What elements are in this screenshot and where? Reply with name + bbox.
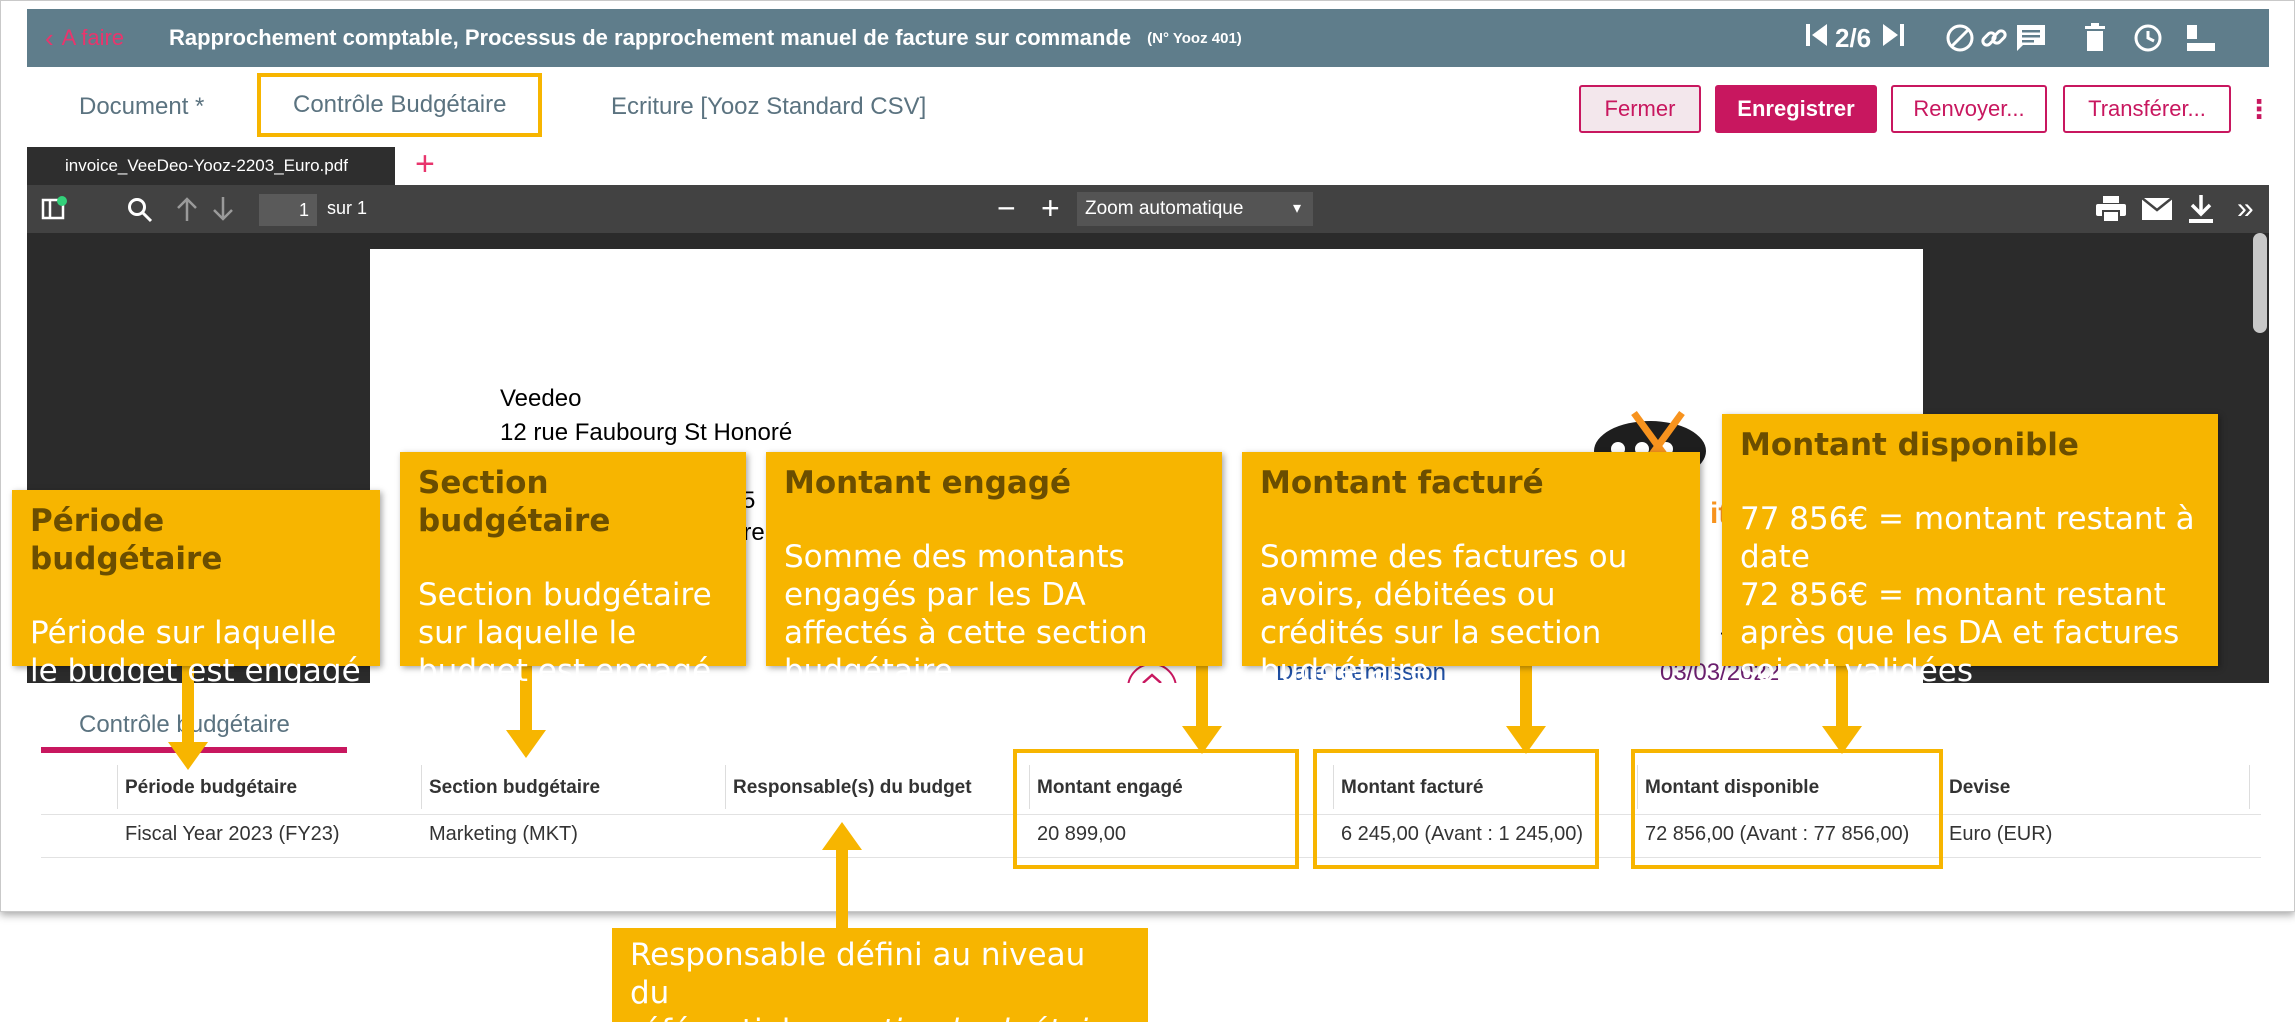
comment-icon[interactable] xyxy=(2015,9,2047,67)
email-icon[interactable] xyxy=(2141,197,2173,226)
callout-text: » xyxy=(1120,1013,1149,1022)
callout-responsable: Responsable défini au niveau du référent… xyxy=(612,928,1149,1022)
link-icon[interactable] xyxy=(1979,9,2009,67)
callout-title: Montant facturé xyxy=(1260,465,1544,501)
save-button[interactable]: Enregistrer xyxy=(1715,85,1877,133)
first-page-icon[interactable] xyxy=(1805,22,1829,55)
pdf-company: Veedeo xyxy=(500,385,582,412)
column-separator xyxy=(725,765,726,809)
callout-title: Période budgétaire xyxy=(30,503,223,577)
page-number-input[interactable]: 1 xyxy=(259,194,317,226)
transfer-button[interactable]: Transférer... xyxy=(2063,85,2231,133)
callout-body: Somme des factures ou avoirs, débitées o… xyxy=(1260,539,1628,689)
arrow-responsable xyxy=(822,822,862,935)
download-icon[interactable] xyxy=(2187,194,2215,229)
callout-line: Responsable défini au niveau du xyxy=(630,937,1086,1011)
close-button[interactable]: Fermer xyxy=(1579,85,1701,133)
column-header-periode[interactable]: Période budgétaire xyxy=(125,777,297,799)
callout-section: Section budgétaire Section budgétaire su… xyxy=(400,452,746,689)
search-icon[interactable] xyxy=(127,197,153,228)
cell-section: Marketing (MKT) xyxy=(429,823,578,845)
callout-body: Période sur laquelle le budget est engag… xyxy=(30,615,361,689)
callout-title: Montant disponible xyxy=(1740,427,2079,463)
tab-ecriture[interactable]: Ecriture [Yooz Standard CSV] xyxy=(611,81,926,133)
layout-icon[interactable] xyxy=(2185,9,2217,67)
cell-devise: Euro (EUR) xyxy=(1949,823,2053,845)
tab-controle-budgetaire[interactable]: Contrôle Budgétaire xyxy=(257,73,543,137)
callout-body: 72 856€ = montant restant après que les … xyxy=(1740,577,2180,689)
highlight-facture xyxy=(1313,749,1599,869)
column-separator xyxy=(2249,765,2250,809)
next-page-icon[interactable] xyxy=(211,196,235,227)
page-total: sur 1 xyxy=(327,198,368,218)
column-separator xyxy=(421,765,422,809)
pager-count: 2/6 xyxy=(1835,22,1872,53)
chevron-down-icon: ▾ xyxy=(1292,200,1301,217)
back-label: A faire xyxy=(61,25,125,50)
callout-body: Section budgétaire sur laquelle le budge… xyxy=(418,577,712,689)
callout-line: référentiel « section budgétaire » xyxy=(630,1012,1149,1022)
sidebar-toggle-icon[interactable] xyxy=(41,195,69,228)
file-tab[interactable]: invoice_VeeDeo-Yooz-2203_Euro.pdf xyxy=(27,147,395,185)
zoom-value: Zoom automatique xyxy=(1085,198,1244,219)
page-title: Rapprochement comptable, Processus de ra… xyxy=(169,9,1242,67)
pager: 2/6 xyxy=(1805,9,1905,67)
highlight-engage xyxy=(1013,749,1299,869)
column-separator xyxy=(117,765,118,809)
more-menu-icon[interactable]: ⋮ xyxy=(2246,87,2272,131)
column-header-responsable[interactable]: Responsable(s) du budget xyxy=(733,777,972,799)
callout-emphasis: section budgétaire xyxy=(829,1013,1120,1022)
yooz-ref: (N° Yooz 401) xyxy=(1147,29,1242,47)
last-page-icon[interactable] xyxy=(1881,22,1905,55)
zoom-out-icon[interactable]: − xyxy=(997,189,1016,227)
chevron-left-icon: ‹ xyxy=(45,22,54,53)
callout-periode: Période budgétaire Période sur laquelle … xyxy=(12,490,380,689)
budget-panel: Contrôle budgétaire Période budgétaire S… xyxy=(27,683,2269,907)
callout-engage: Montant engagé Somme des montants engagé… xyxy=(766,452,1222,689)
pdf-street: 12 rue Faubourg St Honoré xyxy=(500,419,793,446)
file-name: invoice_VeeDeo-Yooz-2203_Euro.pdf xyxy=(65,156,348,175)
print-icon[interactable] xyxy=(2095,195,2127,228)
tab-document[interactable]: Document * xyxy=(79,81,204,133)
back-link[interactable]: ‹ A faire xyxy=(45,9,124,67)
callout-body: 77 856€ = montant restant à date xyxy=(1740,501,2195,575)
callout-body: Somme des montants engagés par les DA af… xyxy=(784,539,1148,689)
reject-icon[interactable] xyxy=(1945,9,1975,67)
callout-text: référentiel « xyxy=(630,1013,829,1022)
pdf-toolbar: 1 sur 1 − + Zoom automatique ▾ » xyxy=(27,185,2269,233)
title-bar: ‹ A faire Rapprochement comptable, Proce… xyxy=(27,9,2269,67)
resend-button[interactable]: Renvoyer... xyxy=(1891,85,2047,133)
highlight-disponible xyxy=(1631,749,1943,869)
pdf-scrollbar[interactable] xyxy=(2253,233,2267,333)
column-header-section[interactable]: Section budgétaire xyxy=(429,777,600,799)
more-tools-icon[interactable]: » xyxy=(2237,191,2254,227)
delete-icon[interactable] xyxy=(2083,9,2107,67)
history-icon[interactable] xyxy=(2133,9,2163,67)
column-header-devise[interactable]: Devise xyxy=(1949,777,2010,799)
tab-bar: Document * Contrôle Budgétaire Ecriture … xyxy=(27,67,2272,141)
callout-title: Section budgétaire xyxy=(418,465,611,539)
zoom-in-icon[interactable]: + xyxy=(1041,189,1060,227)
cell-periode: Fiscal Year 2023 (FY23) xyxy=(125,823,340,845)
callout-title: Montant engagé xyxy=(784,465,1072,501)
callout-facture: Montant facturé Somme des factures ou av… xyxy=(1242,452,1700,689)
previous-page-icon[interactable] xyxy=(175,196,199,227)
callout-disponible: Montant disponible 77 856€ = montant res… xyxy=(1722,414,2218,689)
add-file-button[interactable]: + xyxy=(415,145,435,183)
title-label: Rapprochement comptable, Processus de ra… xyxy=(169,25,1132,50)
zoom-select[interactable]: Zoom automatique ▾ xyxy=(1077,192,1313,226)
